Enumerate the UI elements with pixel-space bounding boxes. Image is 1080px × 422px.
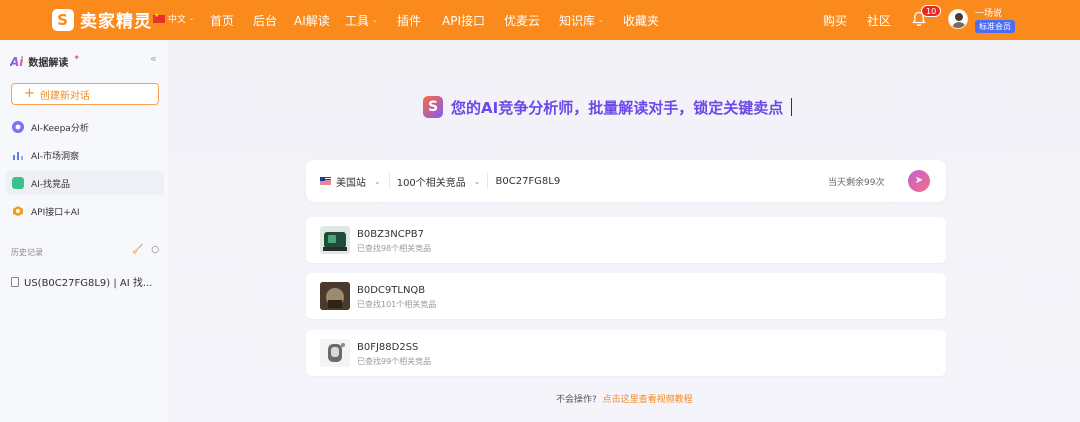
result-asin: B0FJ88D2SS bbox=[357, 342, 419, 353]
nav-api[interactable]: API接口 bbox=[442, 0, 485, 40]
history-section-title: 历史记录 bbox=[11, 248, 43, 257]
language-label: 中文 bbox=[168, 15, 187, 25]
brand-mark-icon: S bbox=[423, 96, 443, 118]
nav-youmaiyun[interactable]: 优麦云 bbox=[504, 0, 540, 40]
result-card[interactable]: B0FJ88D2SS 已查找99个相关竞品 bbox=[306, 330, 946, 376]
nav-home[interactable]: 首页 bbox=[210, 0, 234, 40]
new-chat-button[interactable]: + 创建新对话 bbox=[11, 83, 159, 105]
nav-label: 首页 bbox=[210, 13, 235, 28]
nav-label: 工具 bbox=[345, 13, 370, 28]
notification-count-badge: 10 bbox=[921, 5, 942, 17]
nav-label: 优麦云 bbox=[504, 13, 541, 28]
send-button[interactable]: ➤ bbox=[908, 170, 930, 192]
history-actions: 🧹 ○ bbox=[132, 245, 159, 255]
marketplace-select[interactable]: 美国站 ⌄ bbox=[320, 174, 381, 189]
plus-icon: + bbox=[24, 86, 35, 101]
nav-label: AI解读 bbox=[294, 13, 330, 28]
remaining-quota: 当天剩余99次 bbox=[828, 178, 885, 188]
nav-label: 知识库 bbox=[559, 13, 596, 28]
language-selector[interactable]: 中文 ⌄ bbox=[153, 12, 194, 25]
chevron-down-icon: ⌄ bbox=[374, 176, 381, 186]
new-chat-label: 创建新对话 bbox=[39, 90, 90, 102]
sidebar-item-label: AI-市场洞察 bbox=[31, 151, 80, 162]
document-icon bbox=[11, 276, 19, 287]
result-card[interactable]: B0BZ3NCPB7 已查找98个相关竞品 bbox=[306, 217, 946, 263]
nav-tools[interactable]: 工具 ⌄ bbox=[345, 0, 378, 40]
marketplace-label: 美国站 bbox=[336, 177, 366, 189]
username[interactable]: 一场说 bbox=[975, 6, 1002, 19]
nav-label: 插件 bbox=[397, 13, 422, 28]
competitor-count-select[interactable]: 100个相关竞品 ⌄ bbox=[397, 174, 481, 189]
sidebar-item-label: AI-Keepa分析 bbox=[31, 123, 89, 134]
ai-logo-icon: Ai bbox=[10, 54, 24, 69]
brand-logo[interactable]: S 卖家精灵 bbox=[52, 7, 152, 32]
result-subtitle: 已查找98个相关竞品 bbox=[357, 244, 432, 253]
bar-chart-icon bbox=[13, 152, 23, 160]
member-level-badge: 标准会员 bbox=[975, 20, 1015, 33]
chevron-down-icon: ⌄ bbox=[598, 16, 604, 24]
avatar[interactable] bbox=[948, 9, 968, 29]
result-asin: B0DC9TLNQB bbox=[357, 285, 426, 296]
sidebar-header: Ai 数据解读 ✦ bbox=[10, 53, 81, 69]
result-asin: B0BZ3NCPB7 bbox=[357, 229, 425, 240]
result-subtitle: 已查找101个相关竞品 bbox=[357, 300, 437, 309]
sparkle-icon: ✦ bbox=[73, 53, 81, 62]
text-cursor bbox=[791, 98, 793, 116]
history-item[interactable]: US(B0C27FG8L9) | AI 找... bbox=[11, 274, 152, 289]
find-competitor-icon bbox=[12, 177, 24, 189]
hero-heading: S 您的AI竞争分析师，批量解读对手，锁定关键卖点 bbox=[423, 96, 793, 118]
double-chevron-left-icon[interactable]: « bbox=[150, 52, 157, 65]
nav-ai-interpret[interactable]: AI解读 bbox=[294, 0, 330, 40]
nav-label: 收藏夹 bbox=[623, 13, 660, 28]
result-subtitle: 已查找99个相关竞品 bbox=[357, 357, 432, 366]
nav-knowledge-base[interactable]: 知识库 ⌄ bbox=[559, 0, 604, 40]
sidebar-item-market-insight[interactable]: AI-市场洞察 bbox=[6, 143, 164, 167]
sidebar-item-api-ai[interactable]: API接口+AI bbox=[6, 199, 164, 223]
sidebar: Ai 数据解读 ✦ « + 创建新对话 AI-Keepa分析 AI-市场洞察 A… bbox=[0, 40, 170, 422]
product-thumbnail bbox=[320, 282, 350, 310]
chevron-down-icon: ⌄ bbox=[372, 16, 378, 24]
search-bar: 美国站 ⌄ 100个相关竞品 ⌄ B0C27FG8L9 当天剩余99次 ➤ bbox=[306, 160, 946, 202]
nav-favorites[interactable]: 收藏夹 bbox=[623, 0, 659, 40]
product-thumbnail bbox=[320, 226, 350, 254]
sidebar-title: 数据解读 bbox=[28, 58, 69, 69]
nav-community[interactable]: 社区 bbox=[867, 0, 891, 40]
sidebar-item-label: API接口+AI bbox=[31, 207, 80, 218]
asin-input[interactable]: B0C27FG8L9 bbox=[496, 176, 561, 187]
history-item-label: US(B0C27FG8L9) | AI 找... bbox=[24, 278, 153, 289]
divider bbox=[388, 173, 390, 189]
divider bbox=[486, 173, 488, 189]
nav-label: 社区 bbox=[867, 13, 892, 28]
competitor-count-label: 100个相关竞品 bbox=[396, 177, 466, 189]
video-tutorial-link[interactable]: 点击这里查看视频教程 bbox=[603, 395, 693, 405]
nav-buy[interactable]: 购买 bbox=[823, 0, 847, 40]
brand-name: 卖家精灵 bbox=[80, 12, 152, 32]
sidebar-item-keepa[interactable]: AI-Keepa分析 bbox=[6, 115, 164, 139]
brand-mark-icon: S bbox=[52, 8, 74, 31]
hero-title: 您的AI竞争分析师，批量解读对手，锁定关键卖点 bbox=[451, 98, 784, 117]
sidebar-item-find-competitor[interactable]: AI-找竞品 bbox=[6, 171, 164, 195]
search-icon[interactable]: ○ bbox=[151, 245, 159, 255]
us-flag-icon bbox=[320, 177, 331, 185]
china-flag-icon bbox=[153, 12, 165, 23]
chevron-down-icon: ⌄ bbox=[189, 15, 195, 22]
nav-label: 后台 bbox=[253, 13, 278, 28]
sidebar-item-label: AI-找竞品 bbox=[31, 179, 71, 190]
help-hint: 不会操作? 点击这里查看视频教程 bbox=[556, 392, 693, 405]
nav-label: 购买 bbox=[823, 13, 848, 28]
api-icon bbox=[13, 206, 23, 216]
nav-plugin[interactable]: 插件 bbox=[397, 0, 421, 40]
product-thumbnail bbox=[320, 339, 350, 367]
nav-label: API接口 bbox=[442, 13, 485, 28]
chevron-down-icon: ⌄ bbox=[473, 176, 481, 186]
help-text: 不会操作? bbox=[556, 395, 597, 405]
result-card[interactable]: B0DC9TLNQB 已查找101个相关竞品 bbox=[306, 273, 946, 319]
nav-backend[interactable]: 后台 bbox=[253, 0, 277, 40]
top-navigation-bar: S 卖家精灵 中文 ⌄ 首页 后台 AI解读 工具⌄ 插件 API接口 优麦云 … bbox=[0, 0, 1080, 40]
clear-history-icon[interactable]: 🧹 bbox=[132, 245, 143, 255]
main-content: S 您的AI竞争分析师，批量解读对手，锁定关键卖点 美国站 ⌄ 100个相关竞品… bbox=[171, 40, 1080, 422]
keepa-icon bbox=[12, 121, 24, 133]
